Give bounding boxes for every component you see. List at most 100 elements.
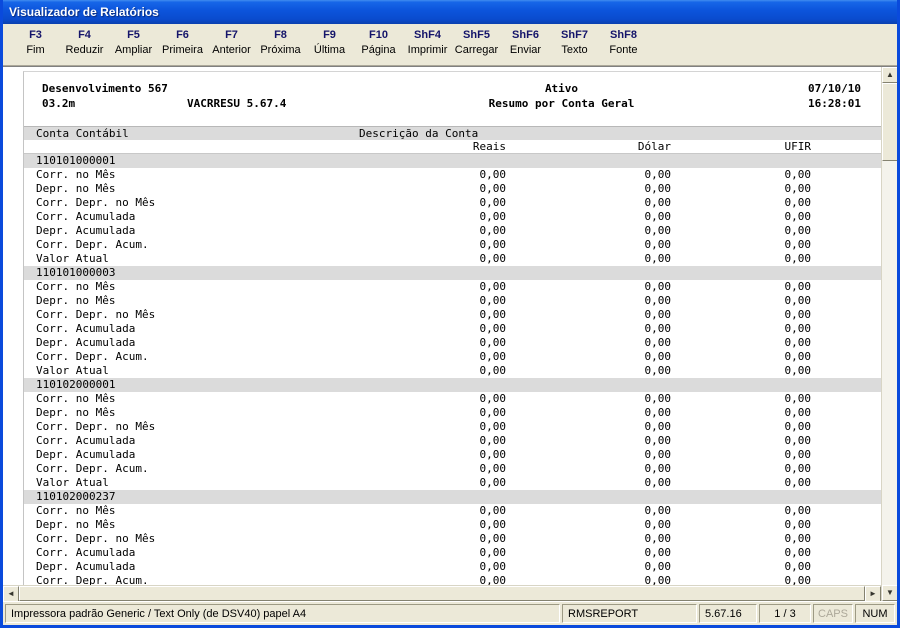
dolar-value: 0,00	[644, 196, 672, 209]
dolar-value: 0,00	[644, 448, 672, 461]
toolbar-action-label: Carregar	[454, 44, 499, 56]
toolbar-action-label: Texto	[561, 44, 588, 56]
reais-value: 0,00	[479, 336, 507, 349]
toolbar-key-label: ShF5	[463, 29, 490, 41]
account-band: 110101000003	[24, 266, 881, 280]
row-label: Corr. Acumulada	[36, 546, 136, 559]
toolbar-button-f6[interactable]: F6 Primeira	[158, 28, 207, 58]
report-header: Desenvolvimento 567 Ativo 07/10/10 03.2m…	[24, 82, 881, 112]
toolbar-button-shf4[interactable]: ShF4 Imprimir	[403, 28, 452, 58]
report-program: VACRRESU 5.67.4	[187, 97, 287, 110]
dolar-value: 0,00	[644, 210, 672, 223]
row-label: Corr. Acumulada	[36, 210, 136, 223]
dolar-value: 0,00	[644, 308, 672, 321]
reais-value: 0,00	[479, 364, 507, 377]
row-label: Corr. Acumulada	[36, 322, 136, 335]
dolar-value: 0,00	[644, 322, 672, 335]
row-label: Depr. no Mês	[36, 406, 116, 419]
toolbar-button-f4[interactable]: F4 Reduzir	[60, 28, 109, 58]
toolbar-button-shf6[interactable]: ShF6 Enviar	[501, 28, 550, 58]
dolar-value: 0,00	[644, 168, 672, 181]
col-account-label: Conta Contábil	[36, 127, 129, 140]
scroll-up-icon[interactable]: ▲	[882, 67, 897, 83]
scroll-right-icon[interactable]: ►	[865, 586, 881, 602]
toolbar-button-f10[interactable]: F10 Página	[354, 28, 403, 58]
row-label: Valor Atual	[36, 252, 109, 265]
vertical-scroll-thumb[interactable]	[882, 83, 897, 161]
row-label: Corr. Depr. Acum.	[36, 350, 149, 363]
report-row: Valor Atual 0,00 0,00 0,00	[24, 364, 881, 378]
ufir-value: 0,00	[784, 518, 812, 531]
window-title: Visualizador de Relatórios	[9, 5, 159, 19]
toolbar-button-f5[interactable]: F5 Ampliar	[109, 28, 158, 58]
report-status: Ativo	[544, 82, 579, 95]
toolbar-action-label: Fonte	[609, 44, 638, 56]
toolbar-button-shf5[interactable]: ShF5 Carregar	[452, 28, 501, 58]
ufir-value: 0,00	[784, 546, 812, 559]
toolbar-action-label: Reduzir	[65, 44, 104, 56]
account-band: 110101000001	[24, 154, 881, 168]
report-row: Depr. no Mês 0,00 0,00 0,00	[24, 182, 881, 196]
reais-value: 0,00	[479, 476, 507, 489]
ufir-value: 0,00	[784, 308, 812, 321]
row-label: Corr. no Mês	[36, 168, 116, 181]
row-label: Depr. Acumulada	[36, 560, 136, 573]
toolbar-button-shf8[interactable]: ShF8 Fonte	[599, 28, 648, 58]
reais-value: 0,00	[479, 420, 507, 433]
ufir-value: 0,00	[784, 322, 812, 335]
row-label: Valor Atual	[36, 476, 109, 489]
row-label: Corr. no Mês	[36, 392, 116, 405]
reais-value: 0,00	[479, 406, 507, 419]
reais-value: 0,00	[479, 280, 507, 293]
ufir-value: 0,00	[784, 406, 812, 419]
reais-value: 0,00	[479, 434, 507, 447]
toolbar-button-f9[interactable]: F9 Última	[305, 28, 354, 58]
toolbar-key-label: ShF4	[414, 29, 441, 41]
row-label: Corr. no Mês	[36, 504, 116, 517]
toolbar-action-label: Primeira	[162, 44, 203, 56]
toolbar-action-label: Anterior	[212, 44, 251, 56]
dolar-value: 0,00	[644, 560, 672, 573]
status-num-indicator: NUM	[855, 604, 895, 623]
row-label: Depr. no Mês	[36, 182, 116, 195]
row-label: Corr. no Mês	[36, 280, 116, 293]
ufir-value: 0,00	[784, 252, 812, 265]
dolar-value: 0,00	[644, 434, 672, 447]
scroll-down-icon[interactable]: ▼	[882, 585, 897, 601]
horizontal-scrollbar[interactable]: ◄ ►	[3, 585, 881, 602]
reais-value: 0,00	[479, 462, 507, 475]
toolbar-button-shf7[interactable]: ShF7 Texto	[550, 28, 599, 58]
row-label: Corr. Depr. Acum.	[36, 238, 149, 251]
report-row: Corr. Acumulada 0,00 0,00 0,00	[24, 434, 881, 448]
vertical-scrollbar[interactable]: ▲ ▼	[881, 67, 897, 601]
report-time: 16:28:01	[808, 97, 861, 110]
toolbar: F3 Fim F4 Reduzir F5 Ampliar F6 Primeira…	[3, 24, 897, 66]
toolbar-button-f3[interactable]: F3 Fim	[11, 28, 60, 58]
report-viewport: Desenvolvimento 567 Ativo 07/10/10 03.2m…	[3, 67, 881, 585]
report-row: Depr. Acumulada 0,00 0,00 0,00	[24, 224, 881, 238]
toolbar-button-f8[interactable]: F8 Próxima	[256, 28, 305, 58]
scroll-left-icon[interactable]: ◄	[3, 586, 19, 602]
toolbar-key-label: F8	[274, 29, 287, 41]
report-row: Corr. no Mês 0,00 0,00 0,00	[24, 392, 881, 406]
dolar-value: 0,00	[644, 462, 672, 475]
horizontal-scroll-thumb[interactable]	[19, 586, 865, 601]
dolar-value: 0,00	[644, 532, 672, 545]
row-label: Corr. Depr. no Mês	[36, 308, 156, 321]
report-row: Depr. no Mês 0,00 0,00 0,00	[24, 406, 881, 420]
report-row: Depr. no Mês 0,00 0,00 0,00	[24, 294, 881, 308]
toolbar-button-f7[interactable]: F7 Anterior	[207, 28, 256, 58]
reais-value: 0,00	[479, 350, 507, 363]
row-label: Valor Atual	[36, 364, 109, 377]
report-page: Desenvolvimento 567 Ativo 07/10/10 03.2m…	[23, 71, 881, 585]
ufir-value: 0,00	[784, 532, 812, 545]
dolar-value: 0,00	[644, 238, 672, 251]
report-row: Corr. Depr. Acum. 0,00 0,00 0,00	[24, 574, 881, 585]
row-label: Corr. Depr. no Mês	[36, 420, 156, 433]
ufir-value: 0,00	[784, 280, 812, 293]
report-body: 110101000001 Corr. no Mês 0,00 0,00 0,00 Depr…	[24, 154, 881, 585]
dolar-value: 0,00	[644, 420, 672, 433]
dolar-value: 0,00	[644, 406, 672, 419]
report-row: Corr. Depr. no Mês 0,00 0,00 0,00	[24, 532, 881, 546]
dolar-value: 0,00	[644, 350, 672, 363]
